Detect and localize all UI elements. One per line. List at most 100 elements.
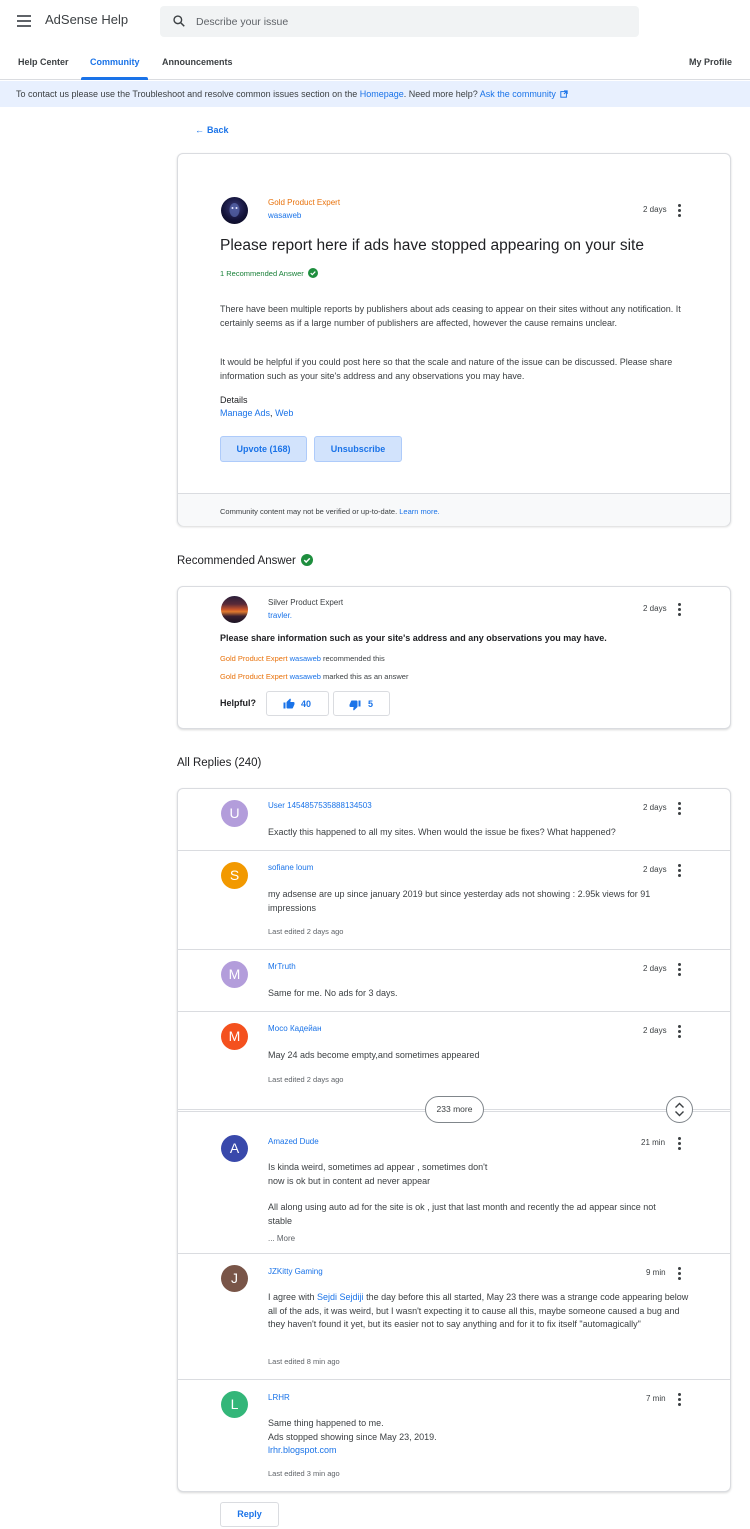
unsubscribe-button[interactable]: Unsubscribe xyxy=(314,436,402,462)
recommendation-line: Gold Product Expert wasaweb recommended … xyxy=(220,654,385,663)
more-options-icon[interactable] xyxy=(678,802,682,816)
author-avatar[interactable] xyxy=(221,197,248,224)
recommended-count: 1 Recommended Answer xyxy=(220,268,318,278)
web-link[interactable]: Web xyxy=(275,408,293,418)
reply-text-line: now is ok but in content ad never appear xyxy=(268,1176,431,1186)
blog-link[interactable]: lrhr.blogspot.com xyxy=(268,1444,698,1458)
recommended-answer-text: Please share information such as your si… xyxy=(220,633,607,643)
reply-author[interactable]: JZKitty Gaming xyxy=(268,1267,323,1276)
search-box[interactable] xyxy=(160,6,639,37)
mark-text: marked this as an answer xyxy=(320,672,409,681)
badge-label: Gold Product Expert xyxy=(220,672,288,681)
thumbs-down-button[interactable]: 5 xyxy=(333,691,390,716)
banner-text: To contact us please use the Troubleshoo… xyxy=(16,89,360,99)
unfold-more-icon xyxy=(675,1102,684,1117)
recommended-answer-heading: Recommended Answer xyxy=(177,554,314,567)
reply-time: 9 min xyxy=(646,1268,666,1277)
avatar[interactable]: M xyxy=(221,961,248,988)
question-title: Please report here if ads have stopped a… xyxy=(220,237,644,254)
avatar[interactable]: A xyxy=(221,1135,248,1162)
all-replies-heading: All Replies (240) xyxy=(177,757,262,769)
user-link[interactable]: wasaweb xyxy=(290,672,321,681)
reply-time: 21 min xyxy=(641,1138,666,1147)
reply-time: 2 days xyxy=(643,964,667,973)
more-options-icon[interactable] xyxy=(678,603,682,617)
author-name[interactable]: wasaweb xyxy=(268,211,301,220)
my-profile-link[interactable]: My Profile xyxy=(689,57,732,67)
upvote-button[interactable]: Upvote (168) xyxy=(220,436,307,462)
more-options-icon[interactable] xyxy=(678,963,682,977)
reply-author[interactable]: MrTruth xyxy=(268,962,296,971)
search-icon[interactable] xyxy=(172,14,186,28)
reply-text-part: I agree with xyxy=(268,1292,318,1302)
reply-item: S sofiane loum 2 days my adsense are up … xyxy=(178,851,730,950)
reply-author[interactable]: Мосо Кадейан xyxy=(268,1024,322,1033)
user-link[interactable]: wasaweb xyxy=(290,654,321,663)
reply-text-line: Same thing happened to me. xyxy=(268,1418,384,1428)
recommended-answer-card: Silver Product Expert travler. 2 days Pl… xyxy=(177,586,731,729)
more-link[interactable]: ... More xyxy=(268,1232,698,1246)
show-more-replies-button[interactable]: 233 more xyxy=(425,1096,484,1123)
avatar[interactable]: S xyxy=(221,862,248,889)
reply-time: 2 days xyxy=(643,803,667,812)
author-name[interactable]: travler. xyxy=(268,611,292,620)
learn-more-link[interactable]: Learn more. xyxy=(399,507,439,516)
more-options-icon[interactable] xyxy=(678,864,682,878)
tab-help-center[interactable]: Help Center xyxy=(18,57,69,67)
thumbs-up-button[interactable]: 40 xyxy=(266,691,329,716)
search-input[interactable] xyxy=(196,6,626,37)
thumbs-up-icon xyxy=(283,698,295,709)
answer-mark-line: Gold Product Expert wasaweb marked this … xyxy=(220,672,408,681)
active-tab-indicator xyxy=(81,77,148,80)
back-link[interactable]: ← Back xyxy=(195,125,229,135)
reply-author[interactable]: LRHR xyxy=(268,1393,290,1402)
more-options-icon[interactable] xyxy=(678,1393,682,1407)
post-time: 2 days xyxy=(643,604,667,613)
reply-item: L LRHR 7 min Same thing happened to me. … xyxy=(178,1380,730,1492)
info-banner: To contact us please use the Troubleshoo… xyxy=(0,81,750,107)
avatar[interactable]: U xyxy=(221,800,248,827)
last-edited: Last edited 2 days ago xyxy=(268,927,344,936)
manage-ads-link[interactable]: Manage Ads xyxy=(220,408,270,418)
reply-time: 2 days xyxy=(643,865,667,874)
badge-label: Gold Product Expert xyxy=(220,654,288,663)
avatar[interactable]: L xyxy=(221,1391,248,1418)
tab-community[interactable]: Community xyxy=(90,57,140,67)
last-edited: Last edited 8 min ago xyxy=(268,1357,340,1366)
more-options-icon[interactable] xyxy=(678,204,682,218)
menu-icon[interactable] xyxy=(17,15,31,27)
last-edited: Last edited 3 min ago xyxy=(268,1469,340,1478)
back-label: Back xyxy=(207,125,229,135)
check-circle-icon xyxy=(307,268,318,278)
reply-button[interactable]: Reply xyxy=(220,1502,279,1527)
thumbs-down-icon xyxy=(349,700,361,711)
reply-author[interactable]: User 1454857535888134503 xyxy=(268,801,372,810)
details-label: Details xyxy=(220,395,248,405)
reply-text: Exactly this happened to all my sites. W… xyxy=(268,827,616,837)
external-link-icon[interactable] xyxy=(560,90,569,98)
community-disclaimer: Community content may not be verified or… xyxy=(178,493,730,526)
reply-author[interactable]: Amazed Dude xyxy=(268,1137,319,1146)
ask-community-link[interactable]: Ask the community xyxy=(480,89,556,99)
app-title[interactable]: AdSense Help xyxy=(45,12,128,27)
disclaimer-text: Community content may not be verified or… xyxy=(220,507,400,516)
arrow-left-icon: ← xyxy=(195,125,204,135)
mentioned-user-link[interactable]: Sejdi Sejdiji xyxy=(317,1292,364,1302)
tab-announcements[interactable]: Announcements xyxy=(162,57,233,67)
recommended-count-label: 1 Recommended Answer xyxy=(220,269,304,278)
helpful-label: Helpful? xyxy=(220,698,256,708)
reply-text: my adsense are up since january 2019 but… xyxy=(268,889,651,913)
recommendation-text: recommended this xyxy=(320,654,385,663)
expand-all-button[interactable] xyxy=(666,1096,693,1123)
more-options-icon[interactable] xyxy=(678,1137,682,1151)
avatar[interactable]: J xyxy=(221,1265,248,1292)
more-options-icon[interactable] xyxy=(678,1267,682,1281)
homepage-link[interactable]: Homepage xyxy=(360,89,404,99)
top-header: AdSense Help Help Center Community Annou… xyxy=(0,0,750,80)
reply-author[interactable]: sofiane loum xyxy=(268,863,313,872)
author-avatar[interactable] xyxy=(221,596,248,623)
banner-text-2: . Need more help? xyxy=(403,89,480,99)
more-options-icon[interactable] xyxy=(678,1025,682,1039)
last-edited: Last edited 2 days ago xyxy=(268,1075,344,1084)
avatar[interactable]: M xyxy=(221,1023,248,1050)
